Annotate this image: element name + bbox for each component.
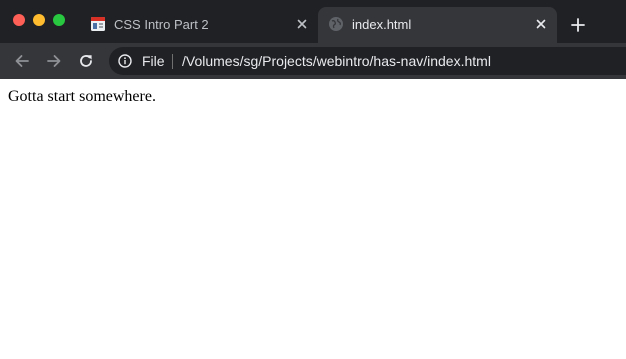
forward-arrow-icon bbox=[47, 55, 61, 67]
back-arrow-icon bbox=[15, 55, 29, 67]
tab-strip: CSS Intro Part 2 index.html bbox=[0, 0, 626, 43]
tab-index-html[interactable]: index.html bbox=[318, 7, 557, 43]
info-icon[interactable] bbox=[118, 54, 132, 68]
page-content: Gotta start somewhere. bbox=[0, 79, 626, 359]
reload-icon bbox=[80, 55, 92, 67]
browser-toolbar: File /Volumes/sg/Projects/webintro/has-n… bbox=[0, 43, 626, 79]
url-text[interactable]: /Volumes/sg/Projects/webintro/has-nav/in… bbox=[182, 53, 491, 69]
window-close-button[interactable] bbox=[13, 14, 25, 26]
page-body-text: Gotta start somewhere. bbox=[8, 88, 156, 105]
reload-button[interactable] bbox=[76, 51, 96, 71]
globe-icon bbox=[328, 16, 344, 32]
new-tab-button[interactable] bbox=[569, 16, 587, 34]
browser-window: CSS Intro Part 2 index.html File /Volume… bbox=[0, 0, 626, 359]
close-icon[interactable] bbox=[294, 16, 310, 32]
divider bbox=[172, 54, 173, 69]
window-minimize-button[interactable] bbox=[33, 14, 45, 26]
plus-icon bbox=[571, 18, 585, 32]
tab-title: index.html bbox=[352, 17, 412, 32]
scheme-label: File bbox=[142, 53, 165, 69]
window-maximize-button[interactable] bbox=[53, 14, 65, 26]
address-bar[interactable]: File /Volumes/sg/Projects/webintro/has-n… bbox=[109, 47, 626, 75]
document-page-icon bbox=[90, 16, 106, 32]
forward-button[interactable] bbox=[44, 51, 64, 71]
back-button[interactable] bbox=[12, 51, 32, 71]
close-icon[interactable] bbox=[533, 16, 549, 32]
tab-css-intro[interactable]: CSS Intro Part 2 bbox=[80, 7, 316, 43]
tab-title: CSS Intro Part 2 bbox=[114, 17, 209, 32]
